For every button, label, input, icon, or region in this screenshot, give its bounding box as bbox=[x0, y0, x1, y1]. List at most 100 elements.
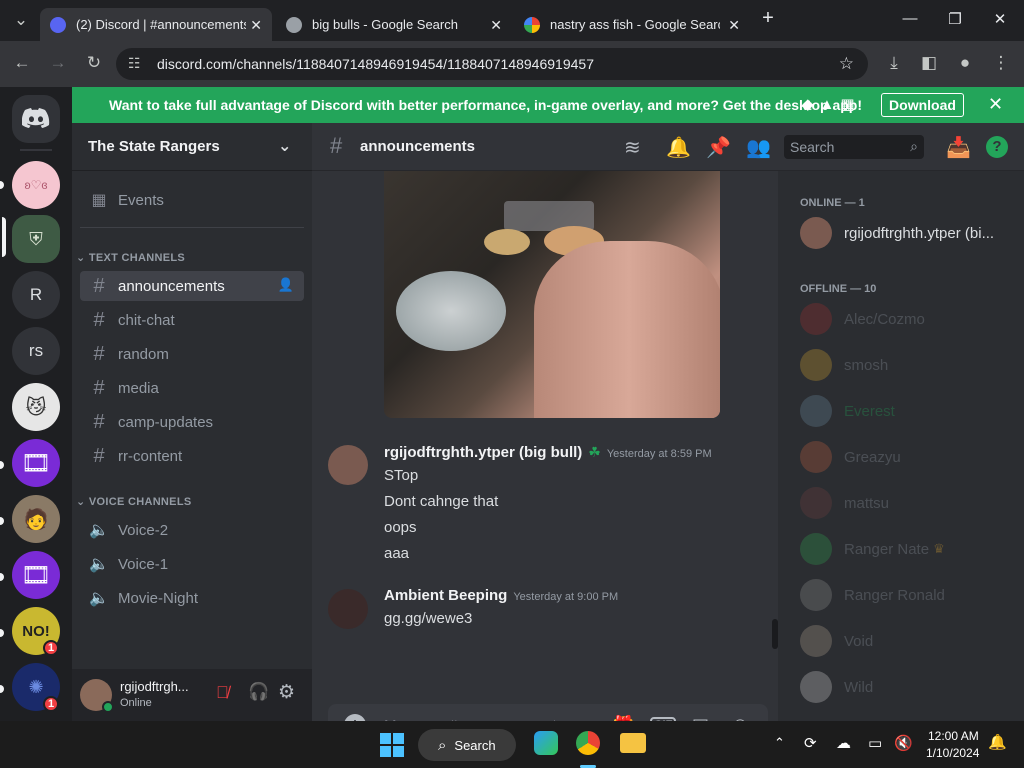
channel-announcements[interactable]: # announcements 👤 bbox=[80, 271, 304, 301]
address-bar[interactable]: ☷ discord.com/channels/11884071489469194… bbox=[116, 48, 868, 80]
network-icon[interactable]: ☁ bbox=[836, 734, 851, 752]
chrome-menu-icon[interactable]: ⋮ bbox=[990, 53, 1012, 73]
reload-icon[interactable]: ↻ bbox=[83, 53, 105, 73]
browser-tab-discord[interactable]: (2) Discord | #announcements | ✕ bbox=[40, 8, 272, 41]
tab-title: (2) Discord | #announcements | bbox=[76, 17, 246, 32]
tab-title: nastry ass fish - Google Search bbox=[550, 17, 720, 32]
channel-rr-content[interactable]: # rr-content bbox=[80, 441, 304, 471]
server-icon-state-rangers[interactable]: ⛨ bbox=[12, 215, 60, 263]
server-icon-cat[interactable]: 😼 bbox=[12, 383, 60, 431]
channel-random[interactable]: # random bbox=[80, 339, 304, 369]
settings-gear-icon[interactable]: ⚙ bbox=[278, 681, 295, 704]
server-header[interactable]: The State Rangers ⌄ bbox=[72, 123, 312, 171]
server-icon-r[interactable]: R bbox=[12, 271, 60, 319]
tab-search-icon[interactable]: ⌄ bbox=[10, 10, 32, 30]
voice-channel-movie-night[interactable]: 🔈 Movie-Night bbox=[80, 583, 304, 613]
avatar[interactable] bbox=[328, 445, 368, 485]
avatar bbox=[800, 579, 832, 611]
category-voice-channels[interactable]: ⌄ VOICE CHANNELS bbox=[76, 495, 191, 508]
member-item[interactable]: Void bbox=[800, 625, 873, 657]
server-icon-film-2[interactable]: 🎞 bbox=[12, 551, 60, 599]
pinned-messages-icon[interactable]: 📌 bbox=[706, 135, 731, 160]
invite-icon[interactable]: 👤 bbox=[278, 277, 294, 293]
avatar bbox=[800, 441, 832, 473]
legs-shape bbox=[534, 241, 720, 418]
minimize-icon[interactable]: — bbox=[900, 10, 920, 27]
threads-icon[interactable]: ≋ bbox=[624, 135, 641, 160]
profile-icon[interactable]: ● bbox=[954, 53, 976, 73]
server-icon-person[interactable]: 🧑 bbox=[12, 495, 60, 543]
username[interactable]: rgijodftrgh... bbox=[120, 679, 189, 694]
message-text[interactable]: gg.gg/wewe3 bbox=[384, 610, 472, 627]
member-item[interactable]: Greazyu bbox=[800, 441, 901, 473]
server-icon-film-1[interactable]: 🎞 bbox=[12, 439, 60, 487]
mention-badge: 1 bbox=[43, 640, 59, 656]
category-text-channels[interactable]: ⌄ TEXT CHANNELS bbox=[76, 251, 185, 264]
mention-badge: 1 bbox=[43, 696, 59, 712]
message-author[interactable]: Ambient Beeping bbox=[384, 587, 507, 604]
channel-chit-chat[interactable]: # chit-chat bbox=[80, 305, 304, 335]
member-list-icon[interactable]: 👥 bbox=[746, 135, 771, 160]
member-item[interactable]: smosh bbox=[800, 349, 888, 381]
file-explorer-icon[interactable] bbox=[620, 733, 646, 753]
browser-tab-fish[interactable]: nastry ass fish - Google Search ✕ bbox=[514, 8, 750, 41]
forward-icon[interactable]: → bbox=[47, 53, 69, 73]
clock-time[interactable]: 12:00 AM bbox=[928, 729, 979, 743]
notification-bell-icon[interactable]: 🔔 bbox=[666, 135, 691, 160]
member-item[interactable]: rgijodftrghth.ytper (bi... bbox=[800, 217, 994, 249]
voice-channel-voice-2[interactable]: 🔈 Voice-2 bbox=[80, 515, 304, 545]
message-text: aaa bbox=[384, 545, 410, 562]
volume-icon[interactable]: 🔇 bbox=[894, 734, 913, 752]
server-initials: rs bbox=[28, 341, 44, 360]
headphones-icon[interactable]: 🎧 bbox=[248, 682, 269, 702]
close-tab-icon[interactable]: ✕ bbox=[250, 17, 262, 34]
member-item[interactable]: Ranger Nate ♛ bbox=[800, 533, 945, 565]
channel-media[interactable]: # media bbox=[80, 373, 304, 403]
unread-pip bbox=[0, 517, 4, 525]
restore-icon[interactable]: ❐ bbox=[945, 10, 965, 28]
windows-start-icon[interactable] bbox=[380, 733, 404, 757]
notification-bell-icon[interactable]: 🔔 bbox=[988, 733, 1007, 751]
browser-tab-big-bulls[interactable]: big bulls - Google Search ✕ bbox=[276, 8, 512, 41]
chevron-up-icon[interactable]: ⌃ bbox=[774, 735, 785, 751]
member-item[interactable]: Alec/Cozmo bbox=[800, 303, 925, 335]
member-item[interactable]: mattsu bbox=[800, 487, 889, 519]
crown-icon: ♛ bbox=[933, 541, 945, 556]
help-icon[interactable]: ? bbox=[986, 136, 1008, 158]
chrome-icon[interactable] bbox=[576, 731, 600, 755]
taskbar-search[interactable]: ⌕ Search bbox=[418, 729, 516, 761]
avatar[interactable] bbox=[328, 589, 368, 629]
search-input[interactable]: Search ⌕ bbox=[784, 135, 924, 159]
member-item[interactable]: Everest bbox=[800, 395, 895, 427]
user-status: Online bbox=[120, 697, 152, 709]
server-icon-1[interactable]: ʚ♡ɞ bbox=[12, 161, 60, 209]
member-item[interactable]: Wild bbox=[800, 671, 873, 703]
new-tab-button[interactable]: + bbox=[758, 7, 778, 30]
clock-date[interactable]: 1/10/2024 bbox=[926, 746, 979, 760]
edge-icon[interactable] bbox=[534, 731, 558, 755]
site-info-icon[interactable]: ☷ bbox=[128, 55, 141, 72]
close-window-icon[interactable]: ✕ bbox=[990, 10, 1010, 28]
back-icon[interactable]: ← bbox=[11, 53, 33, 73]
discord-home-button[interactable] bbox=[12, 95, 60, 143]
member-name: mattsu bbox=[844, 494, 890, 512]
sync-icon[interactable]: ⟳ bbox=[804, 734, 817, 752]
downloads-icon[interactable]: ⤓ bbox=[883, 53, 905, 73]
display-icon[interactable]: ▭ bbox=[868, 734, 882, 752]
download-button[interactable]: Download bbox=[881, 93, 964, 117]
close-tab-icon[interactable]: ✕ bbox=[728, 17, 740, 34]
mute-mic-icon[interactable]: 🎙̸ bbox=[216, 683, 229, 703]
close-tab-icon[interactable]: ✕ bbox=[490, 17, 502, 34]
close-banner-icon[interactable]: ✕ bbox=[988, 94, 1003, 115]
bookmark-star-icon[interactable]: ☆ bbox=[839, 54, 854, 74]
side-panel-icon[interactable]: ◧ bbox=[918, 53, 940, 73]
image-attachment[interactable] bbox=[384, 171, 720, 418]
channel-camp-updates[interactable]: # camp-updates bbox=[80, 407, 304, 437]
member-item[interactable]: Ranger Ronald bbox=[800, 579, 945, 611]
events-item[interactable]: ▦ Events bbox=[80, 185, 304, 215]
message-author[interactable]: rgijodftrghth.ytper (big bull) bbox=[384, 444, 582, 461]
server-rail: ʚ♡ɞ ⛨ R rs 😼 🎞 🧑 🎞 NO! 1 ✺ 1 bbox=[0, 87, 72, 721]
server-icon-rs[interactable]: rs bbox=[12, 327, 60, 375]
inbox-icon[interactable]: 📥 bbox=[946, 135, 971, 160]
voice-channel-voice-1[interactable]: 🔈 Voice-1 bbox=[80, 549, 304, 579]
